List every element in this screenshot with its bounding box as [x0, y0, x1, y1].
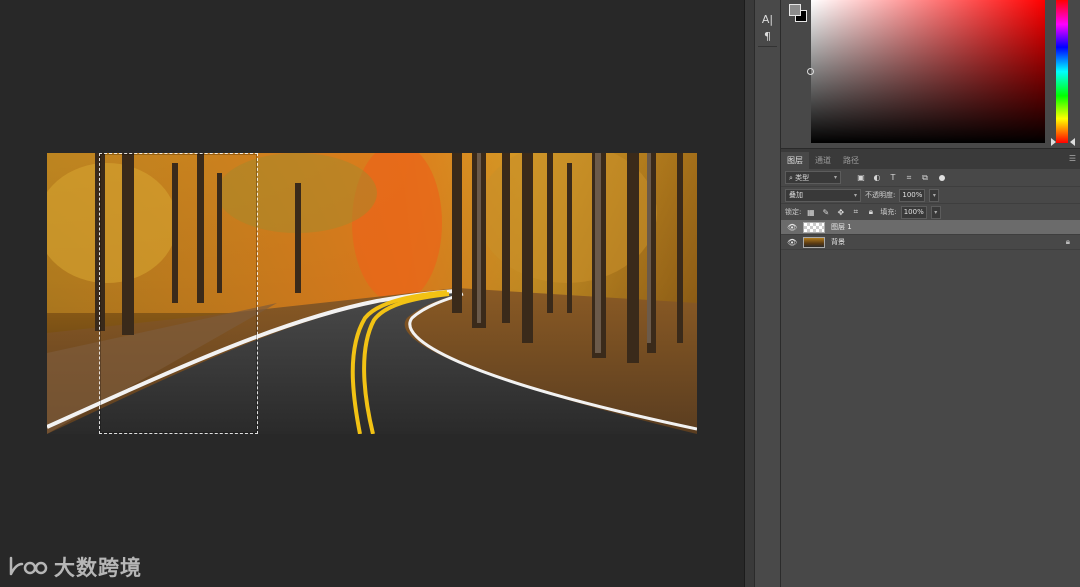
- chevron-down-icon: ▾: [853, 191, 857, 199]
- document-workspace[interactable]: 大数跨境: [0, 0, 744, 587]
- blend-opacity-row: 叠加 ▾ 不透明度: 100% ▾: [781, 186, 1080, 203]
- fill-input[interactable]: 100%: [900, 205, 927, 219]
- foreground-color-swatch[interactable]: [789, 4, 801, 16]
- rectangular-marquee-selection[interactable]: [99, 153, 258, 434]
- lock-position-icon[interactable]: ✥: [835, 207, 846, 218]
- blend-mode-dropdown[interactable]: 叠加 ▾: [785, 188, 861, 202]
- layer-name: 图层 1: [831, 223, 852, 231]
- opacity-input[interactable]: 100%: [899, 188, 926, 202]
- shape-layer-filter-icon[interactable]: ⌗: [903, 172, 915, 184]
- eye-icon[interactable]: 👁︎: [787, 238, 797, 247]
- filter-toggle-icon[interactable]: [939, 174, 945, 181]
- watermark: 大数跨境: [8, 552, 142, 582]
- layer-name: 背景: [831, 238, 845, 246]
- layers-panel-tabs: 图层 通道 路径 ☰: [781, 149, 1080, 169]
- fill-label: 填充:: [880, 208, 897, 216]
- lock-fill-row: 锁定: ▦ ✎ ✥ ⌗ 🔒︎ 填充: 100% ▾: [781, 203, 1080, 220]
- smart-object-filter-icon[interactable]: ⧉: [919, 172, 931, 184]
- layer-list: 👁︎ 图层 1 👁︎ 背景 🔒︎: [781, 220, 1080, 250]
- chevron-down-icon: ▾: [833, 174, 837, 181]
- panel-dock-gutter: [744, 0, 754, 587]
- lock-artboard-icon[interactable]: ⌗: [850, 207, 861, 218]
- chevron-down-icon: ▾: [934, 208, 938, 216]
- filter-kind-dropdown[interactable]: ⌕ 类型 ▾: [785, 171, 841, 184]
- blend-mode-value: 叠加: [789, 191, 803, 199]
- tab-channels[interactable]: 通道: [809, 152, 837, 169]
- filter-kind-value: 类型: [795, 173, 810, 182]
- layers-panel: 图层 通道 路径 ☰ ⌕ 类型 ▾ ▣ ◐ T ⌗ ⧉ 叠加 ▾ 不透明度: 1…: [781, 148, 1080, 587]
- saturation-brightness-field[interactable]: [807, 0, 1045, 143]
- type-layer-filter-icon[interactable]: T: [887, 172, 899, 184]
- opacity-slider-toggle[interactable]: ▾: [929, 188, 940, 202]
- watermark-logo-icon: [9, 556, 48, 576]
- tab-layers[interactable]: 图层: [781, 152, 809, 169]
- mini-toolbar-divider: [758, 46, 777, 47]
- right-panel-column: 图层 通道 路径 ☰ ⌕ 类型 ▾ ▣ ◐ T ⌗ ⧉ 叠加 ▾ 不透明度: 1…: [781, 0, 1080, 587]
- opacity-label: 不透明度:: [865, 191, 896, 199]
- watermark-text: 大数跨境: [54, 556, 142, 580]
- tab-paths[interactable]: 路径: [837, 152, 865, 169]
- layer-thumbnail: [803, 221, 825, 233]
- color-picker-cursor[interactable]: [807, 68, 814, 75]
- character-panel-icon[interactable]: A|: [755, 11, 780, 28]
- lock-icon[interactable]: 🔒︎: [1066, 237, 1070, 247]
- panel-menu-icon[interactable]: ☰: [1069, 154, 1076, 163]
- pixel-layer-filter-icon[interactable]: ▣: [855, 172, 867, 184]
- hue-slider-marker-left[interactable]: [1051, 138, 1056, 146]
- eye-icon[interactable]: 👁︎: [787, 223, 797, 232]
- paragraph-panel-icon[interactable]: ¶: [755, 28, 780, 45]
- layer-row-background[interactable]: 👁︎ 背景 🔒︎: [781, 235, 1080, 250]
- hue-slider[interactable]: [1056, 0, 1068, 143]
- collapsed-panel-toolbar: A| ¶: [754, 0, 781, 587]
- search-icon: ⌕: [789, 173, 793, 182]
- layer-filter-row: ⌕ 类型 ▾ ▣ ◐ T ⌗ ⧉: [781, 169, 1080, 186]
- lock-label: 锁定:: [785, 208, 802, 216]
- layer-thumbnail: [803, 236, 825, 248]
- color-panel: [781, 0, 1080, 147]
- lock-transparent-pixels-icon[interactable]: ▦: [805, 207, 816, 218]
- fill-slider-toggle[interactable]: ▾: [930, 205, 941, 219]
- lock-image-pixels-icon[interactable]: ✎: [820, 207, 831, 218]
- hue-slider-marker-right[interactable]: [1070, 138, 1075, 146]
- layer-row-layer-1[interactable]: 👁︎ 图层 1: [781, 220, 1080, 235]
- adjustment-layer-filter-icon[interactable]: ◐: [871, 172, 883, 184]
- chevron-down-icon: ▾: [932, 191, 936, 199]
- lock-all-icon[interactable]: 🔒︎: [865, 207, 876, 218]
